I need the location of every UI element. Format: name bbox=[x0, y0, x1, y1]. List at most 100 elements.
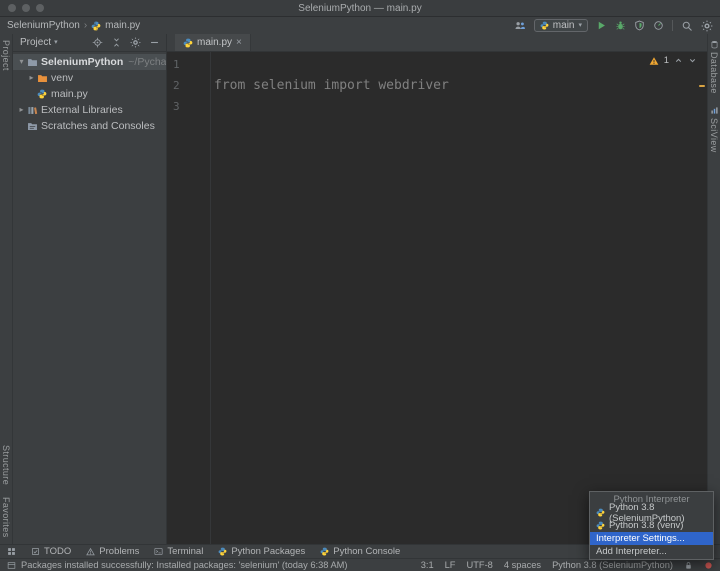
close-tab-icon[interactable]: × bbox=[236, 38, 242, 48]
left-tool-stripe: Project Structure Favorites bbox=[0, 34, 13, 544]
chevron-down-icon: ▾ bbox=[54, 39, 58, 46]
python-icon bbox=[596, 521, 605, 530]
breadcrumb: SeleniumPython › main.py bbox=[7, 20, 140, 31]
tool-row: Project ▾ bbox=[13, 34, 707, 52]
close-window-button[interactable] bbox=[8, 4, 16, 12]
run-configuration-name: main bbox=[553, 20, 575, 31]
chevron-right-icon[interactable]: ▸ bbox=[27, 74, 36, 82]
popup-item-add-interpreter[interactable]: Add Interpreter... bbox=[590, 545, 713, 558]
code-with-me-icon[interactable] bbox=[514, 20, 526, 32]
python-icon bbox=[320, 547, 329, 556]
tree-item-external-libraries[interactable]: ▸ External Libraries bbox=[13, 102, 166, 118]
libraries-icon bbox=[26, 105, 38, 116]
tool-button-python-packages[interactable]: Python Packages bbox=[218, 546, 305, 557]
tool-button-database[interactable]: Database bbox=[709, 34, 719, 100]
code-line-2[interactable]: 2 from selenium import webdriver bbox=[167, 75, 707, 96]
toolbar-actions: main ▾ bbox=[514, 19, 713, 32]
window-controls bbox=[8, 4, 44, 12]
code-editor[interactable]: 1 2 from selenium import webdriver 3 bbox=[167, 52, 707, 544]
breadcrumb-separator-icon: › bbox=[84, 20, 87, 31]
tool-button-structure[interactable]: Structure bbox=[1, 439, 11, 491]
database-icon bbox=[710, 40, 719, 49]
breadcrumb-file[interactable]: main.py bbox=[105, 20, 140, 31]
locate-file-icon[interactable] bbox=[92, 37, 103, 48]
breadcrumb-project[interactable]: SeleniumPython bbox=[7, 20, 80, 31]
project-root-path: ~/PycharmProjects bbox=[128, 56, 166, 68]
editor-tab-main-py[interactable]: main.py × bbox=[175, 34, 251, 51]
navigation-bar: SeleniumPython › main.py main ▾ bbox=[0, 17, 720, 34]
tool-button-terminal[interactable]: Terminal bbox=[154, 546, 203, 557]
lock-icon[interactable] bbox=[684, 561, 693, 570]
inspections-widget[interactable]: 1 bbox=[649, 55, 697, 66]
run-configuration-select[interactable]: main ▾ bbox=[534, 19, 588, 32]
code-line-1[interactable]: 1 bbox=[167, 54, 707, 75]
tool-window-switcher-icon[interactable] bbox=[7, 547, 16, 556]
status-message[interactable]: Packages installed successfully: Install… bbox=[21, 560, 348, 570]
tool-button-todo[interactable]: TODO bbox=[31, 546, 71, 557]
caret-position-widget[interactable]: 3:1 bbox=[421, 560, 434, 570]
main-body: Project Structure Favorites Project ▾ bbox=[0, 34, 720, 544]
project-panel-header: Project ▾ bbox=[13, 34, 167, 51]
code-line-3[interactable]: 3 bbox=[167, 96, 707, 117]
settings-gear-icon[interactable] bbox=[701, 20, 713, 32]
run-button[interactable] bbox=[596, 20, 607, 31]
collapse-all-icon[interactable] bbox=[111, 37, 122, 48]
right-tool-stripe: Database SciView bbox=[707, 34, 720, 544]
tool-button-problems[interactable]: Problems bbox=[86, 546, 139, 557]
todo-icon bbox=[31, 547, 40, 556]
tree-item-project-root[interactable]: ▾ SeleniumPython ~/PycharmProjects bbox=[13, 54, 166, 70]
editor-tab-strip: main.py × bbox=[167, 34, 707, 51]
python-file-icon bbox=[36, 89, 48, 99]
tool-button-project[interactable]: Project bbox=[1, 34, 11, 77]
tool-button-sciview[interactable]: SciView bbox=[709, 100, 719, 159]
interpreter-widget[interactable]: Python 3.8 (SeleniumPython) bbox=[552, 560, 673, 570]
zoom-window-button[interactable] bbox=[36, 4, 44, 12]
debug-button[interactable] bbox=[615, 20, 626, 31]
python-icon bbox=[218, 547, 227, 556]
line-separator-widget[interactable]: LF bbox=[445, 560, 456, 570]
python-interpreter-popup: Python Interpreter Python 3.8 (SeleniumP… bbox=[589, 491, 714, 560]
event-log-icon[interactable] bbox=[7, 561, 16, 570]
profiler-button[interactable] bbox=[653, 20, 664, 31]
indent-widget[interactable]: 4 spaces bbox=[504, 560, 541, 570]
terminal-icon bbox=[154, 547, 163, 556]
tool-button-python-console[interactable]: Python Console bbox=[320, 546, 400, 557]
run-with-coverage-button[interactable] bbox=[634, 20, 645, 31]
project-view-label[interactable]: Project bbox=[20, 37, 51, 48]
import-statement: from selenium import webdriver bbox=[210, 78, 449, 93]
minimize-window-button[interactable] bbox=[22, 4, 30, 12]
warning-stripe-mark[interactable] bbox=[699, 85, 705, 87]
gutter-divider bbox=[210, 52, 211, 544]
panel-settings-gear-icon[interactable] bbox=[130, 37, 141, 48]
line-number: 2 bbox=[167, 79, 210, 92]
popup-item-interpreter-settings[interactable]: Interpreter Settings... bbox=[590, 532, 713, 545]
python-file-icon bbox=[91, 21, 101, 31]
encoding-widget[interactable]: UTF-8 bbox=[467, 560, 493, 570]
line-number: 3 bbox=[167, 100, 210, 113]
problems-icon bbox=[86, 547, 95, 556]
tree-item-main-py[interactable]: main.py bbox=[13, 86, 166, 102]
line-number: 1 bbox=[167, 58, 210, 71]
chart-icon bbox=[710, 106, 719, 115]
run-config-python-icon bbox=[540, 21, 549, 30]
previous-problem-icon[interactable] bbox=[674, 56, 683, 65]
notification-icon[interactable] bbox=[704, 561, 713, 570]
warning-triangle-icon bbox=[649, 56, 659, 66]
chevron-right-icon[interactable]: ▸ bbox=[17, 106, 26, 114]
hide-panel-icon[interactable] bbox=[149, 37, 160, 48]
editor-tab-label: main.py bbox=[197, 37, 232, 48]
tree-item-venv[interactable]: ▸ venv bbox=[13, 70, 166, 86]
titlebar: SeleniumPython — main.py bbox=[0, 0, 720, 17]
python-icon bbox=[596, 508, 605, 517]
tool-button-favorites[interactable]: Favorites bbox=[1, 491, 11, 544]
search-everywhere-icon[interactable] bbox=[681, 20, 693, 32]
project-folder-icon bbox=[26, 57, 38, 68]
python-file-icon bbox=[183, 38, 193, 48]
chevron-down-icon: ▾ bbox=[578, 22, 582, 29]
next-problem-icon[interactable] bbox=[688, 56, 697, 65]
popup-item-interpreter-project[interactable]: Python 3.8 (SeleniumPython) bbox=[590, 506, 713, 519]
pycharm-window: SeleniumPython — main.py SeleniumPython … bbox=[0, 0, 720, 571]
tree-item-scratches[interactable]: Scratches and Consoles bbox=[13, 118, 166, 134]
warning-count: 1 bbox=[664, 55, 669, 66]
chevron-down-icon[interactable]: ▾ bbox=[17, 58, 26, 66]
